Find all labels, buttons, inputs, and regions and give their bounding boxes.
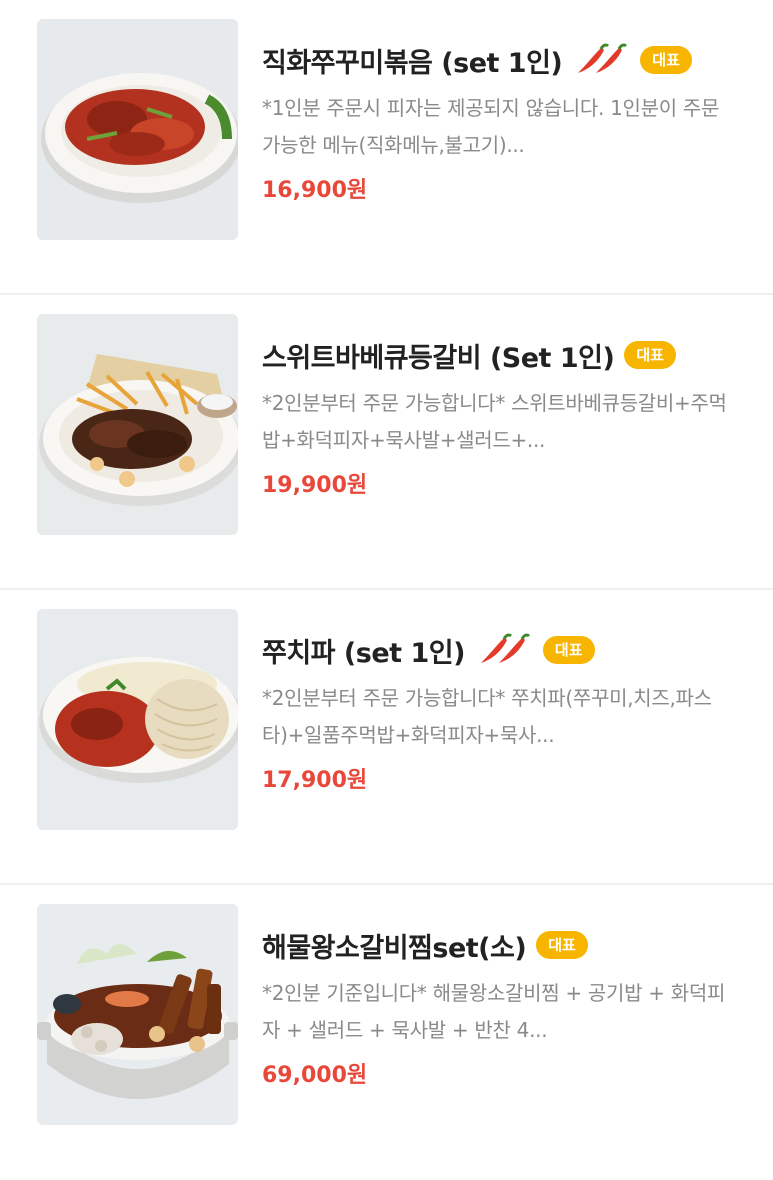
menu-item-name: 스위트바베큐등갈비 (Set 1인) (262, 342, 615, 374)
signature-badge: 대표 (542, 636, 595, 664)
menu-item[interactable]: 해물왕소갈비찜set(소) 대표 *2인분 기준입니다* 해물왕소갈비찜 + 공… (0, 885, 773, 1180)
title-row: 직화쭈꾸미볶음 (set 1인) 대표 (262, 38, 742, 82)
menu-item-info: 해물왕소갈비찜set(소) 대표 *2인분 기준입니다* 해물왕소갈비찜 + 공… (262, 923, 742, 1089)
menu-item-photo (37, 609, 238, 830)
menu-item-info: 쭈치파 (set 1인) 대표 *2인분부터 주문 가능합니다* 쭈치파(쭈꾸미… (262, 628, 742, 794)
signature-badge: 대표 (624, 341, 676, 369)
signature-badge: 대표 (640, 46, 692, 74)
menu-item-price: 19,900원 (262, 473, 368, 498)
chili-pepper-icon (572, 43, 630, 77)
title-row: 쭈치파 (set 1인) 대표 (262, 628, 742, 672)
title-row: 스위트바베큐등갈비 (Set 1인) 대표 (262, 333, 742, 377)
menu-item-info: 직화쭈꾸미볶음 (set 1인) 대표 *1인분 주문시 피자는 제공되지 않습… (262, 38, 742, 204)
menu-item-photo (37, 19, 238, 240)
signature-badge: 대표 (536, 931, 588, 959)
title-row: 해물왕소갈비찜set(소) 대표 (262, 923, 742, 967)
menu-item-description: *2인분 기준입니다* 해물왕소갈비찜 + 공기밥 + 화덕피자 + 샐러드 +… (262, 981, 726, 1042)
menu-item-description: *1인분 주문시 피자는 제공되지 않습니다. 1인분이 주문 가능한 메뉴(직… (262, 96, 720, 157)
chili-pepper-icon (475, 633, 533, 667)
menu-item[interactable]: 스위트바베큐등갈비 (Set 1인) 대표 *2인분부터 주문 가능합니다* 스… (0, 295, 773, 590)
menu-item-price: 69,000원 (262, 1063, 368, 1088)
menu-list: 직화쭈꾸미볶음 (set 1인) 대표 *1인분 주문시 피자는 제공되지 않습… (0, 0, 773, 1180)
menu-item-name: 해물왕소갈비찜set(소) (262, 932, 527, 964)
menu-item[interactable]: 쭈치파 (set 1인) 대표 *2인분부터 주문 가능합니다* 쭈치파(쭈꾸미… (0, 590, 773, 885)
menu-item-price: 17,900원 (262, 768, 368, 793)
menu-item-description: *2인분부터 주문 가능합니다* 스위트바베큐등갈비+주먹밥+화덕피자+묵사발+… (262, 391, 727, 452)
menu-item-photo (37, 904, 238, 1125)
menu-item-description: *2인분부터 주문 가능합니다* 쭈치파(쭈꾸미,치즈,파스타)+일품주먹밥+화… (262, 686, 712, 747)
menu-item-info: 스위트바베큐등갈비 (Set 1인) 대표 *2인분부터 주문 가능합니다* 스… (262, 333, 742, 499)
menu-item-price: 16,900원 (262, 178, 368, 203)
menu-item[interactable]: 직화쭈꾸미볶음 (set 1인) 대표 *1인분 주문시 피자는 제공되지 않습… (0, 0, 773, 295)
menu-item-photo (37, 314, 238, 535)
menu-item-name: 직화쭈꾸미볶음 (set 1인) (262, 47, 563, 79)
menu-item-name: 쭈치파 (set 1인) (262, 637, 465, 669)
